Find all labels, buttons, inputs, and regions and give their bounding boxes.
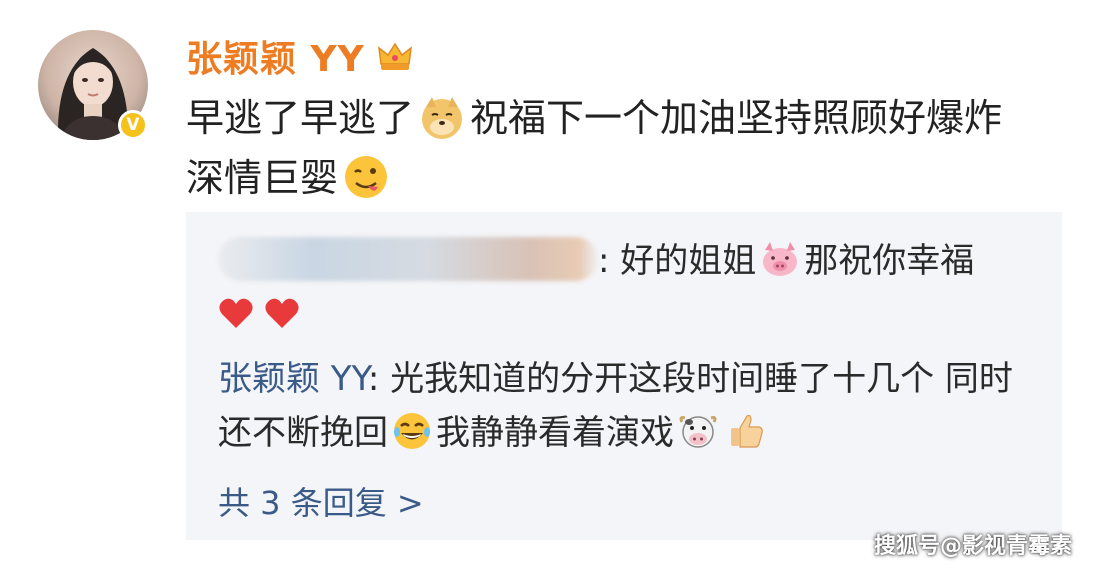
laugh-cry-emoji-icon xyxy=(394,412,430,449)
view-more-replies-link[interactable]: 共 3 条回复 > xyxy=(218,478,424,524)
comment-header: 张颖颖 YY xyxy=(186,30,415,82)
replies-container: : 好的姐姐 那祝你幸福 张颖颖 YY: 光我知道的分开这段时间睡了十几个 同时… xyxy=(186,212,1062,540)
pig-emoji-icon xyxy=(763,241,798,276)
reply-text-part1: : 好的姐姐 xyxy=(598,241,757,281)
comment-text-part3: 深情巨婴 xyxy=(186,156,339,200)
tongue-face-emoji-icon xyxy=(345,155,388,198)
heart-emoji-icon xyxy=(219,298,253,328)
reply-author-name[interactable]: 张颖颖 YY xyxy=(218,359,368,399)
comment-text: 早逃了早逃了 祝福下一个加油坚持照顾好爆炸 深情巨婴 xyxy=(186,88,1066,208)
reply-item: 张颖颖 YY: 光我知道的分开这段时间睡了十几个 同时还不断挽回 我静静看着演戏 xyxy=(218,352,1038,460)
reply-item: : 好的姐姐 那祝你幸福 xyxy=(218,234,1038,342)
comment-text-part2: 祝福下一个加油坚持照顾好爆炸 xyxy=(470,96,1003,140)
reply-text-part2: 我静静看着演戏 xyxy=(436,413,674,453)
redacted-username xyxy=(218,236,598,281)
crown-icon xyxy=(377,42,412,70)
reply-text-part2: 那祝你幸福 xyxy=(804,241,975,281)
cow-emoji-icon xyxy=(679,415,717,448)
verified-badge-icon: V xyxy=(118,110,148,140)
watermark: 搜狐号@影视青霉素 xyxy=(873,534,1072,559)
heart-emoji-icon xyxy=(265,298,299,328)
doge-emoji-icon xyxy=(422,96,463,139)
comment-author-name[interactable]: 张颖颖 YY xyxy=(186,30,365,82)
comment-text-part1: 早逃了早逃了 xyxy=(186,96,415,140)
thumbs-up-emoji-icon xyxy=(731,414,763,448)
